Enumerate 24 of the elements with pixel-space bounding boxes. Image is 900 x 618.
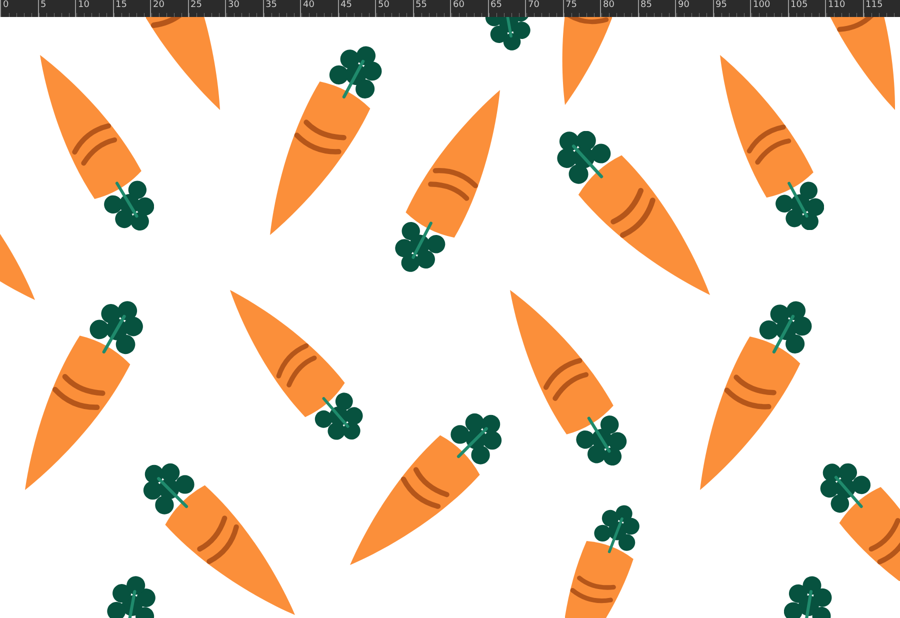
ruler-label: 70: [528, 0, 540, 11]
ruler-label: 90: [678, 0, 690, 11]
ruler-label: 5: [40, 0, 46, 11]
ruler-label: 85: [640, 0, 652, 11]
ruler-label: 35: [266, 0, 277, 11]
ruler-label: 115: [866, 0, 883, 11]
ruler-label: 55: [416, 0, 427, 11]
ruler-label: 65: [490, 0, 502, 11]
ruler-label: 25: [190, 0, 202, 11]
ruler-label: 10: [78, 0, 90, 11]
ruler-label: 20: [153, 0, 164, 11]
ruler-label: 15: [116, 0, 127, 11]
ruler-label: 60: [453, 0, 464, 11]
ruler-label: 30: [228, 0, 240, 11]
ruler-label: 105: [790, 0, 808, 11]
ruler-label: 45: [340, 0, 352, 11]
ruler-label: 0: [3, 0, 9, 11]
ruler-label: 50: [378, 0, 390, 11]
ruler-label: 75: [566, 0, 577, 11]
ruler-label: 100: [753, 0, 770, 11]
ruler-label: 110: [828, 0, 846, 11]
ruler-label: 80: [603, 0, 614, 11]
ruler-label: 40: [303, 0, 314, 11]
ruler-label: 95: [716, 0, 727, 11]
